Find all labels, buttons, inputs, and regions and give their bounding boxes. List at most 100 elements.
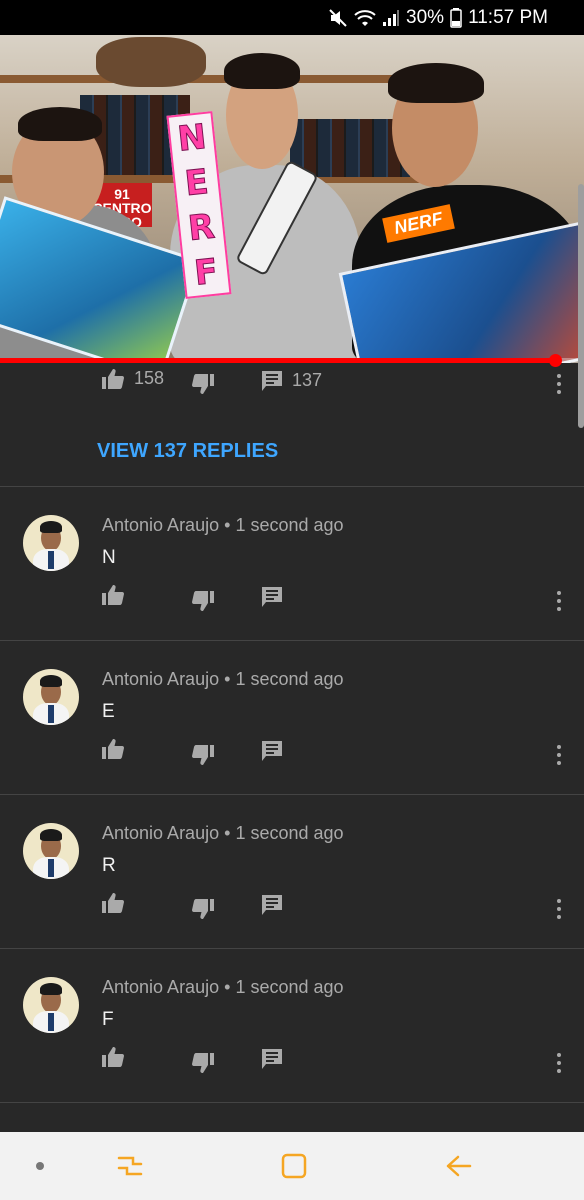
more-dot (557, 1069, 561, 1073)
comment-actions (0, 1041, 584, 1081)
dislike-button[interactable] (192, 745, 214, 765)
back-icon[interactable] (438, 1150, 478, 1182)
comment-meta: Antonio Araujo • 1 second ago (102, 515, 344, 536)
signal-icon (382, 9, 400, 27)
comment-item: Antonio Araujo • 1 second ago F (0, 949, 584, 1103)
more-options-button[interactable] (552, 587, 566, 615)
comment-icon (262, 370, 282, 391)
person-left-hair (18, 107, 102, 141)
parent-comment-actions: 158 137 (0, 364, 584, 404)
more-options-button[interactable] (552, 741, 566, 769)
avatar[interactable] (23, 515, 79, 571)
comment-text: E (102, 701, 115, 722)
comment-meta: Antonio Araujo • 1 second ago (102, 977, 344, 998)
home-icon[interactable] (274, 1150, 314, 1182)
dislike-button[interactable] (192, 1053, 214, 1073)
thumbs-down-icon (192, 591, 214, 611)
comment-text: R (102, 855, 116, 876)
divider (0, 1102, 584, 1103)
more-dot (557, 1053, 561, 1057)
status-bar: 30% 11:57 PM (0, 0, 584, 35)
avatar[interactable] (23, 823, 79, 879)
person-right-hair (388, 63, 484, 103)
reply-button[interactable] (262, 741, 282, 761)
avatar-tie (48, 551, 54, 569)
more-dot (557, 374, 561, 378)
clock: 11:57 PM (468, 6, 548, 28)
comment-icon (262, 1049, 282, 1069)
video-player[interactable]: 91 CENTRO PERO NERF N E R F (0, 35, 584, 363)
avatar-tie (48, 859, 54, 877)
more-dot (557, 915, 561, 919)
dislike-button[interactable] (192, 374, 214, 394)
avatar[interactable] (23, 669, 79, 725)
thumbs-down-icon (192, 374, 214, 394)
video-progress-fill (0, 358, 555, 363)
more-dot (557, 591, 561, 595)
avatar-hair (40, 521, 62, 533)
avatar-tie (48, 705, 54, 723)
reply-count: 137 (292, 370, 323, 390)
comment-actions (0, 887, 584, 927)
reply-button[interactable] (262, 587, 282, 607)
dislike-button[interactable] (192, 591, 214, 611)
mute-icon (328, 8, 348, 28)
comment-item: Antonio Araujo • 1 second ago N (0, 487, 584, 641)
thumbs-down-icon (192, 1053, 214, 1073)
like-count: 158 (134, 368, 165, 388)
more-dot (557, 607, 561, 611)
sign-letter-e: E (182, 161, 211, 204)
thumbs-up-icon (102, 368, 124, 389)
like-button[interactable] (102, 739, 124, 759)
more-dot (557, 382, 561, 386)
comment-author[interactable]: Antonio Araujo (102, 823, 219, 843)
reply-button[interactable] (262, 1049, 282, 1069)
sign-letter-r: R (186, 206, 217, 250)
thumbs-up-icon (102, 739, 124, 759)
dislike-button[interactable] (192, 899, 214, 919)
avatar-tie (48, 1013, 54, 1031)
thumbs-up-icon (102, 1047, 124, 1067)
meta-separator: • (224, 823, 231, 843)
comment-actions (0, 579, 584, 619)
comment-icon (262, 587, 282, 607)
wifi-icon (354, 9, 376, 27)
comment-author[interactable]: Antonio Araujo (102, 977, 219, 997)
meta-separator: • (224, 669, 231, 689)
thumbs-down-icon (192, 745, 214, 765)
avatar-hair (40, 829, 62, 841)
dot-icon[interactable] (20, 1150, 60, 1182)
like-button[interactable] (102, 893, 124, 913)
comment-author[interactable]: Antonio Araujo (102, 515, 219, 535)
more-dot (557, 753, 561, 757)
view-replies-link[interactable]: VIEW 137 REPLIES (97, 440, 278, 463)
more-options-button[interactable] (552, 370, 566, 398)
comment-time: 1 second ago (235, 823, 344, 843)
avatar[interactable] (23, 977, 79, 1033)
sign-letter-f: F (192, 251, 220, 294)
more-dot (557, 907, 561, 911)
more-dot (557, 745, 561, 749)
like-button[interactable]: 158 (102, 368, 164, 389)
plush-toy (96, 37, 206, 87)
thumbs-up-icon (102, 893, 124, 913)
sign-letter-n: N (175, 116, 209, 160)
more-dot (557, 899, 561, 903)
person-middle-hair (224, 53, 300, 89)
more-options-button[interactable] (552, 1049, 566, 1077)
more-dot (557, 1061, 561, 1065)
thumbs-up-icon (102, 585, 124, 605)
battery-icon (450, 7, 462, 28)
reply-button[interactable] (262, 895, 282, 915)
like-button[interactable] (102, 585, 124, 605)
avatar-hair (40, 983, 62, 995)
comment-text: F (102, 1009, 114, 1030)
more-options-button[interactable] (552, 895, 566, 923)
comment-author[interactable]: Antonio Araujo (102, 669, 219, 689)
comment-time: 1 second ago (235, 515, 344, 535)
video-progress-bar[interactable] (0, 354, 584, 367)
like-button[interactable] (102, 1047, 124, 1067)
recent-apps-icon[interactable] (110, 1150, 150, 1182)
comment-text: N (102, 547, 116, 568)
reply-button[interactable]: 137 (262, 370, 322, 391)
